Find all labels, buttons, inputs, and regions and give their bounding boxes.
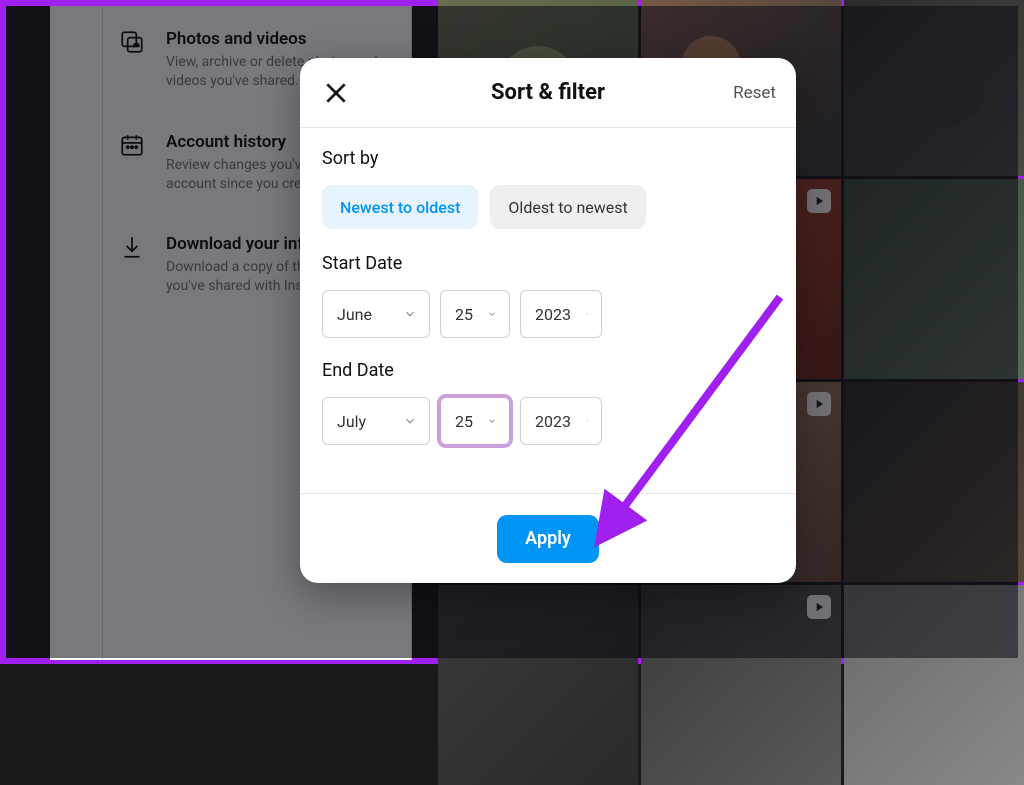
- start-month-select[interactable]: June: [322, 290, 430, 338]
- sort-oldest-chip[interactable]: Oldest to newest: [490, 185, 645, 229]
- chevron-down-icon: [487, 307, 497, 321]
- chevron-down-icon: [585, 307, 589, 321]
- chevron-down-icon: [487, 414, 497, 428]
- sort-by-label: Sort by: [322, 148, 774, 169]
- start-date-row: June 25 2023: [322, 290, 774, 338]
- apply-button[interactable]: Apply: [497, 515, 599, 563]
- end-month-value: July: [337, 412, 366, 431]
- end-year-value: 2023: [535, 412, 571, 431]
- close-icon: [323, 80, 349, 106]
- sort-options: Newest to oldest Oldest to newest: [322, 185, 774, 229]
- end-date-label: End Date: [322, 360, 774, 381]
- sort-newest-chip[interactable]: Newest to oldest: [322, 185, 478, 229]
- start-year-select[interactable]: 2023: [520, 290, 602, 338]
- start-day-value: 25: [455, 305, 473, 324]
- chevron-down-icon: [403, 307, 417, 321]
- end-year-select[interactable]: 2023: [520, 397, 602, 445]
- end-date-row: July 25 2023: [322, 397, 774, 445]
- sort-filter-dialog: Sort & filter Reset Sort by Newest to ol…: [300, 58, 796, 583]
- end-day-select[interactable]: 25: [440, 397, 510, 445]
- start-month-value: June: [337, 305, 372, 324]
- end-month-select[interactable]: July: [322, 397, 430, 445]
- start-day-select[interactable]: 25: [440, 290, 510, 338]
- chevron-down-icon: [585, 414, 589, 428]
- start-date-label: Start Date: [322, 253, 774, 274]
- reset-button[interactable]: Reset: [733, 83, 776, 103]
- chevron-down-icon: [403, 414, 417, 428]
- dialog-title: Sort & filter: [491, 80, 605, 105]
- close-button[interactable]: [316, 73, 356, 113]
- end-day-value: 25: [455, 412, 473, 431]
- start-year-value: 2023: [535, 305, 571, 324]
